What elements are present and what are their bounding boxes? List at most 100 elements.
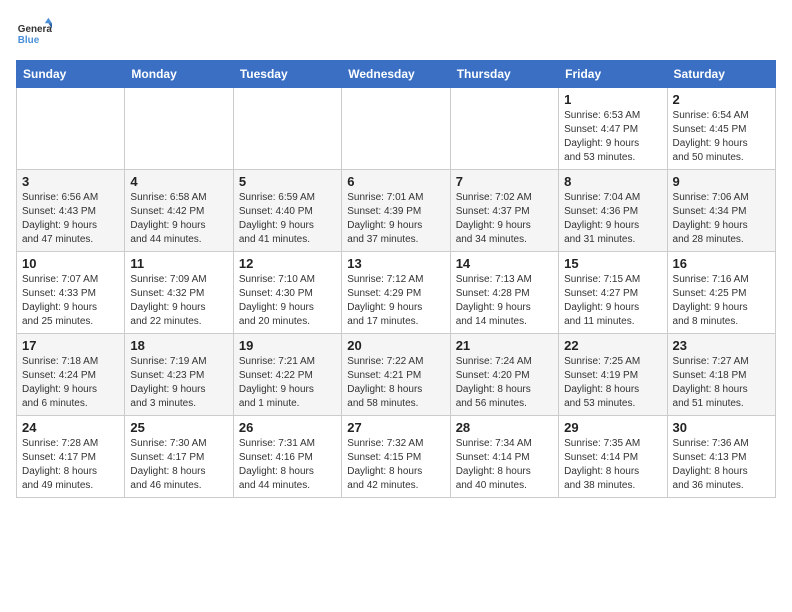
day-info: Sunrise: 7:32 AM Sunset: 4:15 PM Dayligh… <box>347 437 444 493</box>
day-number: 22 <box>564 338 661 353</box>
day-number: 11 <box>130 256 227 271</box>
day-info: Sunrise: 7:04 AM Sunset: 4:36 PM Dayligh… <box>564 191 661 247</box>
day-number: 27 <box>347 420 444 435</box>
day-info: Sunrise: 7:06 AM Sunset: 4:34 PM Dayligh… <box>673 191 770 247</box>
day-number: 29 <box>564 420 661 435</box>
calendar-cell: 30 Sunrise: 7:36 AM Sunset: 4:13 PM Dayli… <box>667 416 775 498</box>
calendar-cell: 24 Sunrise: 7:28 AM Sunset: 4:17 PM Dayli… <box>17 416 125 498</box>
day-info: Sunrise: 7:34 AM Sunset: 4:14 PM Dayligh… <box>456 437 553 493</box>
day-info: Sunrise: 7:10 AM Sunset: 4:30 PM Dayligh… <box>239 273 336 329</box>
calendar-cell: 1Sunrise: 6:53 AM Sunset: 4:47 PM Daylig… <box>559 88 667 170</box>
day-number: 9 <box>673 174 770 189</box>
calendar-cell: 12 Sunrise: 7:10 AM Sunset: 4:30 PM Dayli… <box>233 252 341 334</box>
day-info: Sunrise: 7:01 AM Sunset: 4:39 PM Dayligh… <box>347 191 444 247</box>
calendar-cell: 9 Sunrise: 7:06 AM Sunset: 4:34 PM Daylig… <box>667 170 775 252</box>
day-number: 18 <box>130 338 227 353</box>
day-info: Sunrise: 6:59 AM Sunset: 4:40 PM Dayligh… <box>239 191 336 247</box>
day-number: 4 <box>130 174 227 189</box>
calendar-cell: 7 Sunrise: 7:02 AM Sunset: 4:37 PM Daylig… <box>450 170 558 252</box>
calendar-cell: 27 Sunrise: 7:32 AM Sunset: 4:15 PM Dayli… <box>342 416 450 498</box>
day-info: Sunrise: 7:35 AM Sunset: 4:14 PM Dayligh… <box>564 437 661 493</box>
calendar-cell: 6 Sunrise: 7:01 AM Sunset: 4:39 PM Daylig… <box>342 170 450 252</box>
weekday-header-saturday: Saturday <box>667 61 775 88</box>
day-number: 17 <box>22 338 119 353</box>
logo-icon: General Blue <box>16 16 52 52</box>
logo: General Blue <box>16 16 52 52</box>
day-number: 16 <box>673 256 770 271</box>
calendar-cell <box>125 88 233 170</box>
day-info: Sunrise: 6:56 AM Sunset: 4:43 PM Dayligh… <box>22 191 119 247</box>
day-info: Sunrise: 7:09 AM Sunset: 4:32 PM Dayligh… <box>130 273 227 329</box>
calendar-cell: 25 Sunrise: 7:30 AM Sunset: 4:17 PM Dayli… <box>125 416 233 498</box>
day-info: Sunrise: 7:30 AM Sunset: 4:17 PM Dayligh… <box>130 437 227 493</box>
day-number: 3 <box>22 174 119 189</box>
day-number: 13 <box>347 256 444 271</box>
day-info: Sunrise: 7:18 AM Sunset: 4:24 PM Dayligh… <box>22 355 119 411</box>
day-info: Sunrise: 7:36 AM Sunset: 4:13 PM Dayligh… <box>673 437 770 493</box>
day-number: 19 <box>239 338 336 353</box>
calendar-week-4: 17 Sunrise: 7:18 AM Sunset: 4:24 PM Dayli… <box>17 334 776 416</box>
calendar-cell: 15Sunrise: 7:15 AM Sunset: 4:27 PM Dayli… <box>559 252 667 334</box>
svg-text:Blue: Blue <box>18 35 40 46</box>
day-number: 23 <box>673 338 770 353</box>
day-number: 25 <box>130 420 227 435</box>
weekday-header-wednesday: Wednesday <box>342 61 450 88</box>
calendar-cell: 10 Sunrise: 7:07 AM Sunset: 4:33 PM Dayli… <box>17 252 125 334</box>
day-number: 26 <box>239 420 336 435</box>
day-number: 24 <box>22 420 119 435</box>
day-info: Sunrise: 7:28 AM Sunset: 4:17 PM Dayligh… <box>22 437 119 493</box>
calendar-cell: 17 Sunrise: 7:18 AM Sunset: 4:24 PM Dayli… <box>17 334 125 416</box>
page-header: General Blue <box>16 16 776 52</box>
day-info: Sunrise: 7:25 AM Sunset: 4:19 PM Dayligh… <box>564 355 661 411</box>
calendar-table: SundayMondayTuesdayWednesdayThursdayFrid… <box>16 60 776 498</box>
calendar-cell: 22 Sunrise: 7:25 AM Sunset: 4:19 PM Dayli… <box>559 334 667 416</box>
weekday-header-row: SundayMondayTuesdayWednesdayThursdayFrid… <box>17 61 776 88</box>
day-info: Sunrise: 7:22 AM Sunset: 4:21 PM Dayligh… <box>347 355 444 411</box>
calendar-cell: 3 Sunrise: 6:56 AM Sunset: 4:43 PM Daylig… <box>17 170 125 252</box>
calendar-cell: 13 Sunrise: 7:12 AM Sunset: 4:29 PM Dayli… <box>342 252 450 334</box>
calendar-cell: 19 Sunrise: 7:21 AM Sunset: 4:22 PM Dayli… <box>233 334 341 416</box>
day-number: 14 <box>456 256 553 271</box>
calendar-cell: 20 Sunrise: 7:22 AM Sunset: 4:21 PM Dayli… <box>342 334 450 416</box>
svg-text:General: General <box>18 24 52 35</box>
day-info: Sunrise: 7:27 AM Sunset: 4:18 PM Dayligh… <box>673 355 770 411</box>
calendar-cell: 5 Sunrise: 6:59 AM Sunset: 4:40 PM Daylig… <box>233 170 341 252</box>
calendar-cell <box>342 88 450 170</box>
day-number: 7 <box>456 174 553 189</box>
day-info: Sunrise: 7:21 AM Sunset: 4:22 PM Dayligh… <box>239 355 336 411</box>
weekday-header-tuesday: Tuesday <box>233 61 341 88</box>
day-number: 6 <box>347 174 444 189</box>
day-info: Sunrise: 7:16 AM Sunset: 4:25 PM Dayligh… <box>673 273 770 329</box>
weekday-header-friday: Friday <box>559 61 667 88</box>
calendar-cell: 26 Sunrise: 7:31 AM Sunset: 4:16 PM Dayli… <box>233 416 341 498</box>
day-info: Sunrise: 7:24 AM Sunset: 4:20 PM Dayligh… <box>456 355 553 411</box>
calendar-cell: 8Sunrise: 7:04 AM Sunset: 4:36 PM Daylig… <box>559 170 667 252</box>
calendar-cell <box>233 88 341 170</box>
day-number: 5 <box>239 174 336 189</box>
day-number: 2 <box>673 92 770 107</box>
calendar-cell <box>17 88 125 170</box>
calendar-week-5: 24 Sunrise: 7:28 AM Sunset: 4:17 PM Dayli… <box>17 416 776 498</box>
weekday-header-thursday: Thursday <box>450 61 558 88</box>
calendar-cell: 4 Sunrise: 6:58 AM Sunset: 4:42 PM Daylig… <box>125 170 233 252</box>
calendar-cell: 14Sunrise: 7:13 AM Sunset: 4:28 PM Dayli… <box>450 252 558 334</box>
weekday-header-monday: Monday <box>125 61 233 88</box>
day-info: Sunrise: 7:19 AM Sunset: 4:23 PM Dayligh… <box>130 355 227 411</box>
day-info: Sunrise: 7:02 AM Sunset: 4:37 PM Dayligh… <box>456 191 553 247</box>
day-info: Sunrise: 6:58 AM Sunset: 4:42 PM Dayligh… <box>130 191 227 247</box>
calendar-cell: 29 Sunrise: 7:35 AM Sunset: 4:14 PM Dayli… <box>559 416 667 498</box>
calendar-cell: 11 Sunrise: 7:09 AM Sunset: 4:32 PM Dayli… <box>125 252 233 334</box>
day-number: 30 <box>673 420 770 435</box>
day-info: Sunrise: 7:07 AM Sunset: 4:33 PM Dayligh… <box>22 273 119 329</box>
day-info: Sunrise: 7:12 AM Sunset: 4:29 PM Dayligh… <box>347 273 444 329</box>
day-number: 12 <box>239 256 336 271</box>
calendar-cell: 23 Sunrise: 7:27 AM Sunset: 4:18 PM Dayli… <box>667 334 775 416</box>
day-info: Sunrise: 7:31 AM Sunset: 4:16 PM Dayligh… <box>239 437 336 493</box>
day-number: 10 <box>22 256 119 271</box>
day-number: 20 <box>347 338 444 353</box>
day-info: Sunrise: 6:53 AM Sunset: 4:47 PM Dayligh… <box>564 109 661 165</box>
calendar-cell: 28Sunrise: 7:34 AM Sunset: 4:14 PM Dayli… <box>450 416 558 498</box>
calendar-cell: 2 Sunrise: 6:54 AM Sunset: 4:45 PM Daylig… <box>667 88 775 170</box>
day-info: Sunrise: 6:54 AM Sunset: 4:45 PM Dayligh… <box>673 109 770 165</box>
calendar-cell: 16 Sunrise: 7:16 AM Sunset: 4:25 PM Dayli… <box>667 252 775 334</box>
